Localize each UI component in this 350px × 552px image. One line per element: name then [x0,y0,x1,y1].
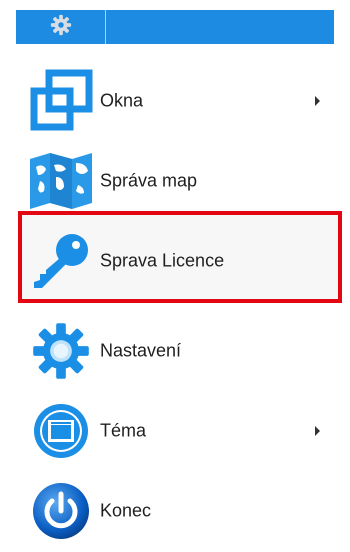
map-icon [24,144,98,218]
menu-item-label: Nastavení [100,340,182,361]
theme-icon [24,394,98,468]
gear-settings-icon [24,314,98,388]
menu-item-label: Správa map [100,170,198,191]
power-icon [24,474,98,548]
menu-item-label: Okna [100,90,144,111]
gear-icon [50,14,72,41]
menu-item-konec[interactable]: Konec [16,471,334,551]
menu-item-tema[interactable]: Téma [16,391,334,471]
submenu-arrow-icon [315,96,320,106]
menu-item-label: Konec [100,500,152,521]
windows-icon [24,64,98,138]
menu-item-label: Téma [100,420,147,441]
menu-item-okna[interactable]: Okna [16,61,334,141]
settings-button[interactable] [16,10,106,44]
menu-item-sprava-map[interactable]: Správa map [16,141,334,221]
menu-item-label: Sprava Licence [100,250,225,271]
menu-item-sprava-licence[interactable]: Sprava Licence [16,221,334,301]
menu-item-nastaveni[interactable]: Nastavení [16,311,334,391]
top-toolbar [16,10,334,44]
submenu-arrow-icon [315,426,320,436]
key-icon [24,224,98,298]
